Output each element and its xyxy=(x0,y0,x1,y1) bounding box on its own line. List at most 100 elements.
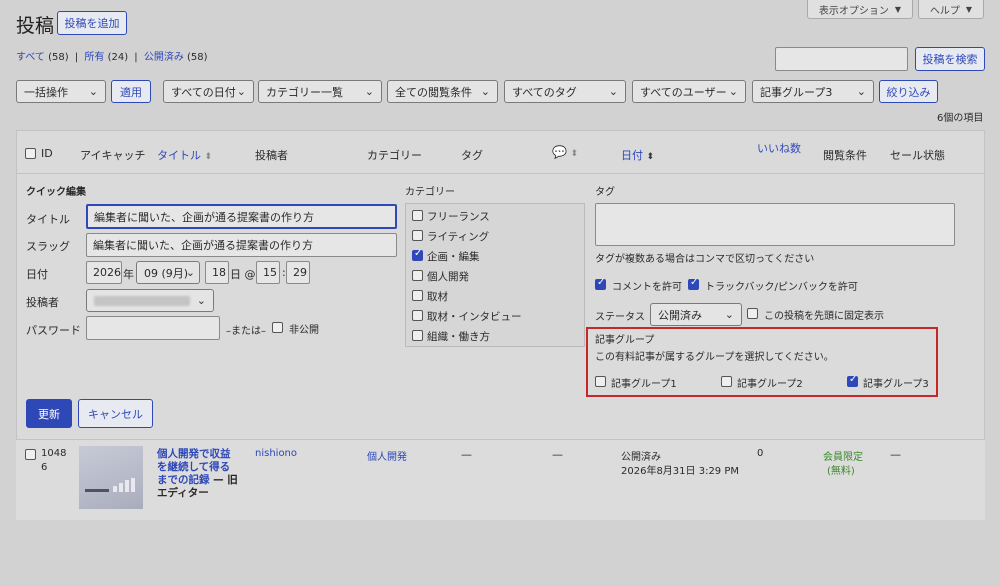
category-checkbox-3[interactable] xyxy=(412,270,423,281)
tag-filter-select[interactable]: すべてのタグ ⌄ xyxy=(504,80,626,103)
hour-input[interactable]: 15 xyxy=(256,261,280,284)
filter-published-count: (58) xyxy=(187,52,208,63)
allow-pings-checkbox[interactable] xyxy=(688,277,699,290)
search-input[interactable] xyxy=(775,47,908,71)
chevron-down-icon: ⌄ xyxy=(196,294,206,307)
quick-edit-heading: クイック編集 xyxy=(26,187,86,198)
add-new-post-button[interactable]: 投稿を追加 xyxy=(57,11,127,35)
apply-button[interactable]: 適用 xyxy=(111,80,151,103)
article-group-heading: 記事グループ xyxy=(595,335,655,346)
month-select[interactable]: 09 (9月) ⌄ xyxy=(136,261,200,284)
chevron-down-icon: ⌄ xyxy=(856,85,866,98)
screen-options-label: 表示オプション xyxy=(818,5,889,17)
tags-heading: タグ xyxy=(595,187,615,198)
chevron-down-icon: ⌄ xyxy=(364,85,374,98)
post-date: 2026年8月31日 3:29 PM xyxy=(621,466,740,477)
category-checkbox-6[interactable] xyxy=(412,330,423,341)
category-label-5: 取材・インタビュー xyxy=(427,311,522,323)
column-comments[interactable]: 💬 ⬍ xyxy=(552,145,578,159)
slug-label: スラッグ xyxy=(26,240,70,253)
day-input[interactable]: 18 xyxy=(205,261,229,284)
cancel-button[interactable]: キャンセル xyxy=(78,399,153,428)
month-value: 09 (9月) xyxy=(144,266,189,280)
chevron-down-icon: ⌄ xyxy=(608,85,618,98)
sort-icon: ⬍ xyxy=(204,152,213,162)
screen-options-button[interactable]: 表示オプション ▼ xyxy=(807,0,913,19)
column-view-condition: 閲覧条件 xyxy=(823,149,867,162)
tags-textarea[interactable] xyxy=(595,203,955,246)
year-input[interactable]: 2026 xyxy=(86,261,122,284)
bulk-action-select[interactable]: 一括操作 ⌄ xyxy=(16,80,106,103)
post-author-link[interactable]: nishiono xyxy=(255,448,297,459)
allow-comments-label: コメントを許可 xyxy=(612,282,682,293)
password-input[interactable] xyxy=(86,316,220,340)
filter-button[interactable]: 絞り込み xyxy=(879,80,938,103)
status-select[interactable]: 公開済み ⌄ xyxy=(650,303,742,326)
column-sale-status: セール状態 xyxy=(890,149,945,162)
title-input[interactable]: 編集者に聞いた、企画が通る提案書の作り方 xyxy=(86,204,397,229)
category-checkbox-1[interactable] xyxy=(412,230,423,241)
or-text: –または– xyxy=(226,326,266,337)
update-button[interactable]: 更新 xyxy=(26,399,72,428)
category-checkbox-4[interactable] xyxy=(412,290,423,301)
post-id-line1: 1048 xyxy=(41,448,67,459)
category-checkbox-5[interactable] xyxy=(412,310,423,321)
column-likes[interactable]: いいね数 xyxy=(757,140,801,156)
chevron-down-icon: ⌄ xyxy=(480,85,490,98)
article-group-checkbox-1[interactable] xyxy=(595,376,606,387)
user-filter-value: すべてのユーザー xyxy=(640,85,727,99)
sort-icon: ⬍ xyxy=(570,149,578,159)
bar-shape xyxy=(119,483,123,492)
viewing-condition-select[interactable]: 全ての閲覧条件 ⌄ xyxy=(387,80,498,103)
category-label-0: フリーランス xyxy=(427,211,490,223)
search-posts-button[interactable]: 投稿を検索 xyxy=(915,47,985,71)
chevron-down-icon: ⌄ xyxy=(185,266,195,279)
category-label-2: 企画・編集 xyxy=(427,251,480,263)
filter-mine-link[interactable]: 所有 xyxy=(84,52,104,63)
filter-mine-count: (24) xyxy=(107,52,129,63)
items-count: 6個の項目 xyxy=(937,113,984,124)
article-group-checkbox-2[interactable] xyxy=(721,376,732,387)
private-checkbox[interactable] xyxy=(272,322,283,333)
caret-down-icon: ▼ xyxy=(965,4,973,14)
filter-published-link[interactable]: 公開済み xyxy=(144,52,184,63)
article-group-label-2: 記事グループ2 xyxy=(737,379,803,390)
post-likes: 0 xyxy=(757,448,764,459)
category-filter-select[interactable]: カテゴリー一覧 ⌄ xyxy=(258,80,382,103)
bulk-action-value: 一括操作 xyxy=(24,85,68,99)
author-select[interactable]: ⌄ xyxy=(86,289,214,312)
sticky-checkbox[interactable] xyxy=(747,308,758,319)
slug-input[interactable]: 編集者に聞いた、企画が通る提案書の作り方 xyxy=(86,233,397,257)
column-date[interactable]: 日付 ⬍ xyxy=(621,147,654,163)
category-checkbox-0[interactable] xyxy=(412,210,423,221)
date-filter-select[interactable]: すべての日付 ⌄ xyxy=(163,80,254,103)
post-tags: — xyxy=(461,448,472,461)
separator: | xyxy=(74,52,79,63)
help-button[interactable]: ヘルプ ▼ xyxy=(918,0,984,19)
author-label: 投稿者 xyxy=(26,296,59,309)
category-checkbox-2[interactable] xyxy=(412,248,423,261)
select-all-checkbox[interactable] xyxy=(25,148,36,159)
column-title[interactable]: タイトル ⬍ xyxy=(157,147,212,163)
post-category-link[interactable]: 個人開発 xyxy=(367,448,407,463)
filter-all-link[interactable]: すべて xyxy=(16,52,45,63)
page-title: 投稿 xyxy=(16,15,55,37)
article-group-checkbox-3[interactable] xyxy=(847,374,858,387)
column-id: ID xyxy=(41,147,53,160)
article-group-description: この有料記事が属するグループを選択してください。 xyxy=(595,352,834,363)
filter-all-count: (58) xyxy=(48,52,69,63)
date-label: 日付 xyxy=(26,268,48,281)
post-state-line2: エディター xyxy=(157,487,209,499)
post-status: 公開済み xyxy=(621,452,661,463)
row-checkbox[interactable] xyxy=(25,449,36,460)
category-label-6: 組織・働き方 xyxy=(427,331,490,343)
user-filter-select[interactable]: すべてのユーザー ⌄ xyxy=(632,80,746,103)
day-suffix: 日 @ xyxy=(230,268,256,281)
minute-input[interactable]: 29 xyxy=(286,261,310,284)
chevron-down-icon: ⌄ xyxy=(88,85,98,98)
caret-down-icon: ▼ xyxy=(894,4,902,14)
article-group-select[interactable]: 記事グループ3 ⌄ xyxy=(752,80,874,103)
column-tags: タグ xyxy=(461,149,483,162)
allow-comments-checkbox[interactable] xyxy=(595,277,606,290)
status-label: ステータス xyxy=(595,312,645,323)
